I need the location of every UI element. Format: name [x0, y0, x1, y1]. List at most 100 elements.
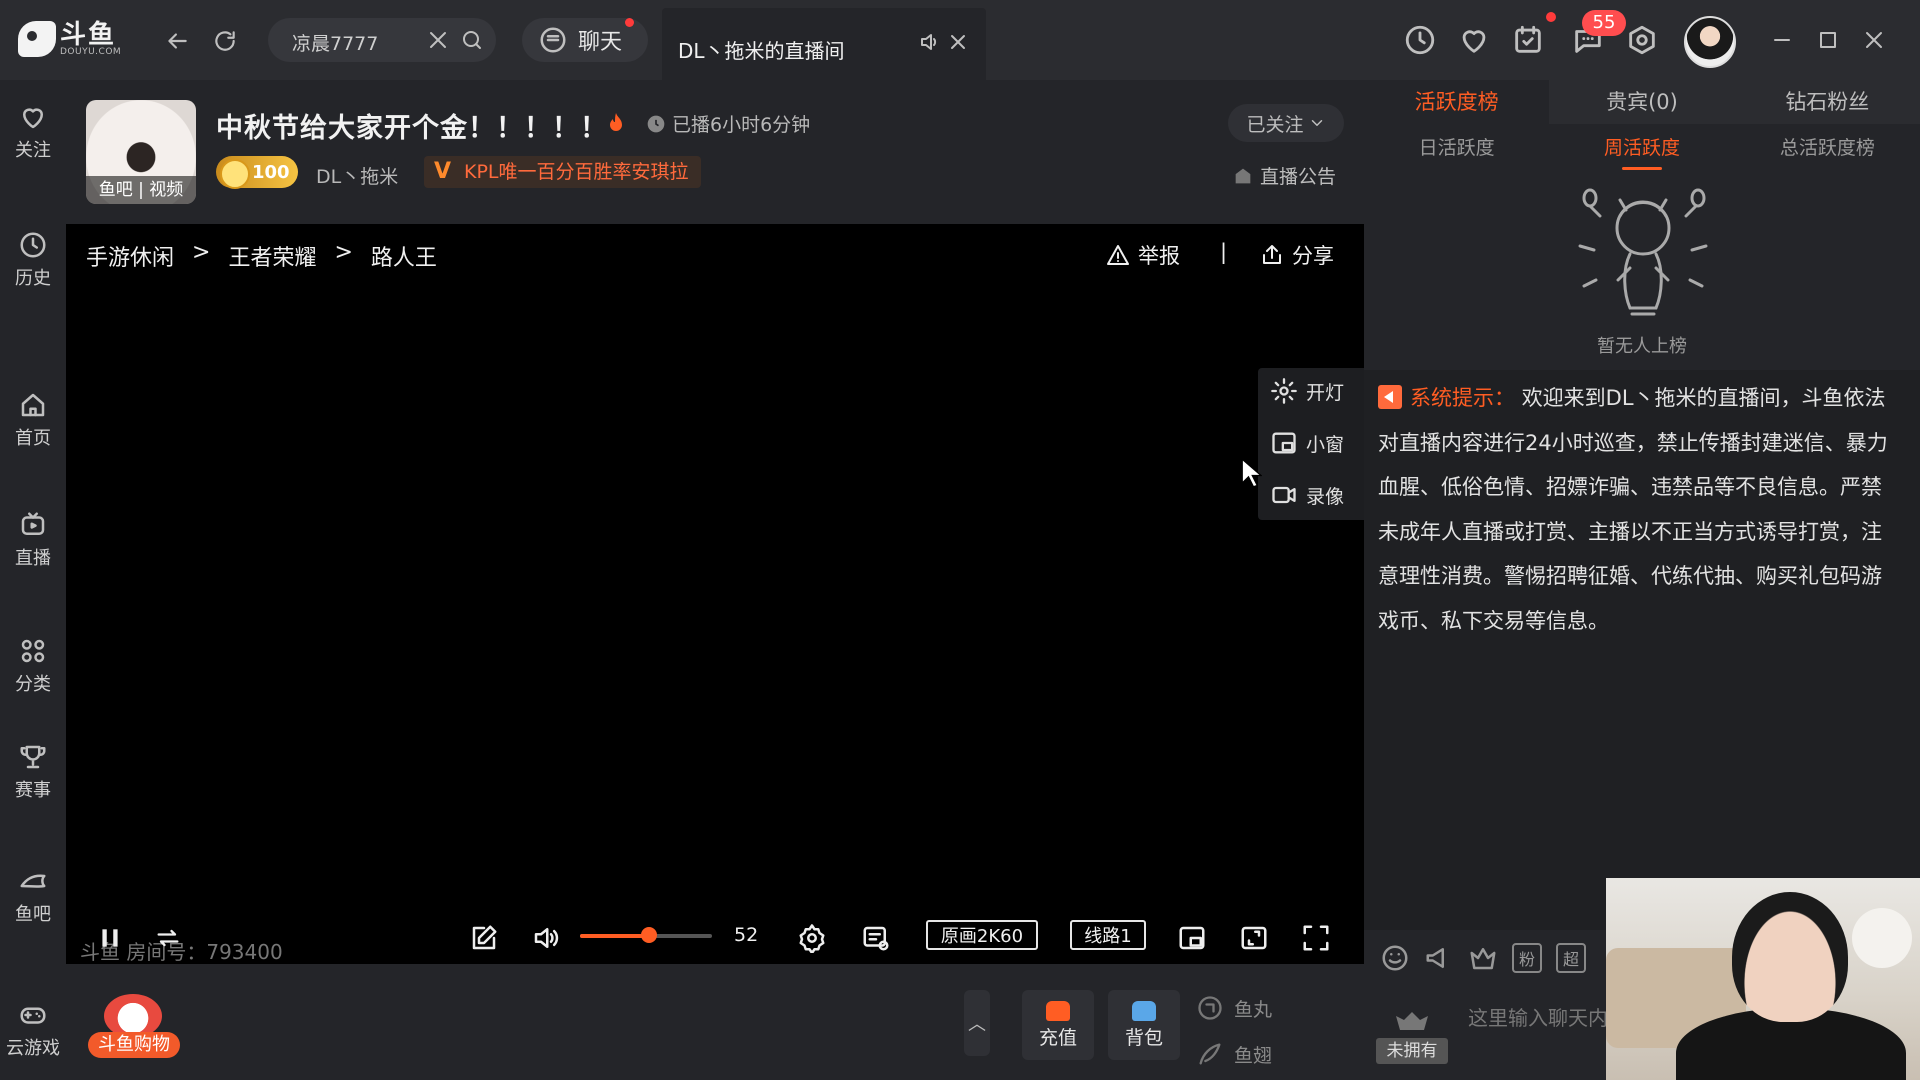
room-tab-label: DL丶拖米的直播间 — [678, 39, 845, 63]
tab-daily-activity[interactable]: 日活跃度 — [1364, 132, 1549, 168]
broadcast-button[interactable] — [1422, 941, 1456, 975]
danmaku-toggle-button[interactable] — [858, 920, 894, 956]
history-button[interactable] — [1400, 20, 1440, 60]
tab-weekly-activity[interactable]: 周活跃度 — [1549, 132, 1734, 170]
sidebar-item-label: 关注 — [15, 140, 51, 161]
line-select[interactable]: 线路1 — [1070, 920, 1146, 950]
sidebar-item-events[interactable]: 赛事 — [0, 736, 66, 808]
breadcrumb-separator: > — [334, 240, 353, 265]
breadcrumb-item[interactable]: 路人王 — [371, 240, 437, 272]
breadcrumb-item[interactable]: 手游休闲 — [86, 240, 174, 272]
search-box[interactable]: 凉晨7777 — [268, 18, 496, 62]
volume-button[interactable] — [528, 920, 564, 956]
left-sidebar: 关注 历史 首页 直播 分类 赛事 鱼吧 云游戏 — [0, 80, 66, 1080]
sidebar-item-category[interactable]: 分类 — [0, 630, 66, 702]
speaker-badge-icon — [1378, 385, 1402, 409]
share-button[interactable]: 分享 — [1260, 240, 1334, 270]
gear-icon — [1271, 378, 1297, 404]
volume-slider-handle[interactable] — [640, 927, 657, 943]
task-unread-dot — [1546, 12, 1556, 22]
sidebar-item-follow[interactable]: 关注 — [0, 96, 66, 168]
player-settings-button[interactable] — [794, 920, 830, 956]
refresh-button[interactable] — [208, 24, 242, 58]
player-side-tools: 开灯 小窗 录像 — [1258, 368, 1364, 520]
backpack-label: 背包 — [1124, 1026, 1163, 1049]
gamepad-icon — [20, 1007, 46, 1024]
anchor-level-badge: 100 — [216, 156, 298, 189]
clock-icon — [1405, 25, 1435, 55]
record-button[interactable]: 录像 — [1270, 480, 1344, 510]
empty-rank-text: 暂无人上榜 — [1597, 336, 1687, 357]
quality-select[interactable]: 原画2K60 — [926, 920, 1038, 950]
megaphone-icon — [1426, 948, 1444, 968]
speaker-icon[interactable] — [918, 30, 942, 54]
sidebar-item-label: 直播 — [15, 548, 51, 569]
douyu-shop-button[interactable]: 斗鱼购物 — [88, 994, 184, 1060]
sidebar-item-label: 赛事 — [15, 780, 51, 801]
tab-diamond-fans[interactable]: 钻石粉丝 — [1735, 80, 1920, 124]
recharge-label: 充值 — [1038, 1026, 1077, 1049]
web-fullscreen-icon — [1241, 926, 1267, 950]
douyu-logo[interactable]: 斗鱼 DOUYU.COM — [18, 16, 128, 62]
anchor-name[interactable]: DL丶拖米 — [316, 162, 398, 189]
report-button[interactable]: 举报 — [1106, 240, 1180, 270]
task-button[interactable] — [1508, 20, 1548, 60]
sidebar-item-cloud-game[interactable]: 云游戏 — [0, 994, 66, 1066]
anchor-avatar-caption[interactable]: 鱼吧 | 视频 — [86, 176, 196, 204]
clear-icon[interactable] — [426, 28, 450, 52]
sidebar-item-fishbar[interactable]: 鱼吧 — [0, 860, 66, 932]
fullscreen-button[interactable] — [1298, 920, 1334, 956]
notice-button[interactable]: 直播公告 — [1232, 162, 1336, 189]
follow-button[interactable]: 已关注 — [1228, 104, 1344, 142]
follow-label: 已关注 — [1246, 113, 1304, 136]
mini-window-button[interactable]: 小窗 — [1270, 428, 1344, 458]
user-avatar[interactable] — [1684, 16, 1736, 68]
emoji-button[interactable] — [1378, 941, 1412, 975]
pip-button[interactable] — [1174, 920, 1210, 956]
edit-icon — [472, 925, 497, 950]
danmaku-edit-button[interactable] — [466, 920, 502, 956]
volume-icon — [534, 928, 559, 948]
tab-total-activity[interactable]: 总活跃度榜 — [1735, 132, 1920, 168]
maximize-button[interactable] — [1810, 22, 1846, 58]
web-fullscreen-button[interactable] — [1236, 920, 1272, 956]
close-window-button[interactable] — [1856, 22, 1892, 58]
backpack-button[interactable]: 背包 — [1108, 990, 1180, 1060]
fish-wing-label: 鱼翅 — [1234, 1044, 1273, 1067]
follow-list-button[interactable] — [1454, 20, 1494, 60]
light-toggle-button[interactable]: 开灯 — [1270, 376, 1344, 406]
fan-badge[interactable]: 未拥有 — [1376, 1008, 1448, 1064]
minimize-button[interactable] — [1764, 22, 1800, 58]
tab-vip[interactable]: 贵宾(0) — [1549, 80, 1734, 124]
search-icon[interactable] — [460, 28, 484, 52]
search-input[interactable]: 凉晨7777 — [292, 29, 378, 56]
recharge-button[interactable]: 充值 — [1022, 990, 1094, 1060]
tab-chat[interactable]: 聊天 — [522, 18, 648, 62]
anchor-tag[interactable]: KPL唯一百分百胜率安琪拉 — [424, 156, 701, 188]
chat-scrollbar[interactable] — [1910, 370, 1920, 930]
back-button[interactable] — [160, 24, 194, 58]
anchor-avatar[interactable]: 鱼吧 | 视频 — [86, 100, 196, 204]
sidebar-item-home[interactable]: 首页 — [0, 384, 66, 456]
expand-gifts-button[interactable]: ︿ — [964, 990, 990, 1056]
chat-bubble-icon — [540, 27, 566, 53]
noble-button[interactable] — [1466, 941, 1500, 975]
mini-window-icon — [1179, 926, 1205, 950]
clock-filled-icon — [647, 115, 665, 132]
video-player[interactable] — [66, 224, 1364, 964]
close-tab-icon[interactable] — [946, 30, 970, 54]
tab-activity-rank[interactable]: 活跃度榜 — [1364, 80, 1550, 124]
sidebar-item-label: 云游戏 — [6, 1038, 60, 1059]
sidebar-item-live[interactable]: 直播 — [0, 504, 66, 576]
settings-button[interactable] — [1622, 20, 1662, 60]
super-danmaku-button[interactable]: 超 — [1554, 941, 1588, 975]
tab-live-room[interactable]: DL丶拖米的直播间 — [662, 8, 986, 80]
breadcrumb-item[interactable]: 王者荣耀 — [228, 240, 316, 272]
fan-danmaku-button[interactable]: 粉 — [1510, 941, 1544, 975]
pause-button[interactable] — [92, 920, 128, 956]
breadcrumb-separator: > — [192, 240, 211, 265]
volume-slider-fill — [580, 934, 649, 938]
sidebar-item-history[interactable]: 历史 — [0, 224, 66, 296]
reload-stream-button[interactable] — [150, 920, 186, 956]
fish-wing-balance: 鱼翅 — [1196, 1040, 1272, 1068]
